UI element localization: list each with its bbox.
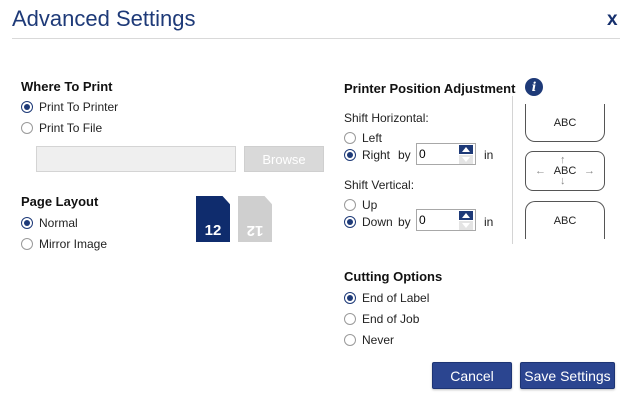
dialog-title: Advanced Settings bbox=[12, 6, 196, 31]
file-path-input[interactable] bbox=[36, 146, 236, 172]
page-layout-heading: Page Layout bbox=[21, 194, 99, 209]
where-to-print-heading: Where To Print bbox=[21, 79, 113, 94]
mirror-page-icon: 12 bbox=[238, 196, 272, 242]
radio-dot bbox=[344, 334, 356, 346]
radio-never[interactable]: Never bbox=[344, 333, 394, 347]
page-number: 12 bbox=[246, 222, 264, 239]
arrow-down-icon: ↓ bbox=[560, 175, 566, 187]
shift-vertical-by-label: by bbox=[398, 215, 411, 229]
radio-label: Print To File bbox=[39, 121, 103, 135]
close-icon[interactable]: x bbox=[607, 9, 618, 31]
radio-dot bbox=[21, 101, 33, 113]
shift-horizontal-stepper bbox=[416, 143, 476, 165]
increment-icon[interactable] bbox=[459, 211, 473, 220]
shift-vertical-unit: in bbox=[484, 215, 494, 229]
radio-label: Down bbox=[362, 215, 393, 229]
label-preview-middle: ↑ ↓ ← → ABC bbox=[525, 151, 605, 191]
radio-label: Left bbox=[362, 131, 383, 145]
radio-print-to-printer[interactable]: Print To Printer bbox=[21, 100, 118, 114]
radio-label: Normal bbox=[39, 216, 78, 230]
shift-horizontal-input[interactable] bbox=[419, 146, 457, 162]
printer-position-heading: Printer Position Adjustment bbox=[344, 81, 516, 96]
radio-label: End of Job bbox=[362, 312, 420, 326]
shift-vertical-label: Shift Vertical: bbox=[344, 178, 415, 192]
radio-dot bbox=[344, 199, 356, 211]
arrow-right-icon: → bbox=[584, 165, 595, 177]
radio-dot bbox=[21, 238, 33, 250]
normal-page-icon: 12 bbox=[196, 196, 230, 242]
decrement-icon[interactable] bbox=[459, 221, 473, 230]
radio-dot bbox=[344, 149, 356, 161]
radio-right[interactable]: Right bbox=[344, 148, 390, 162]
cutting-options-heading: Cutting Options bbox=[344, 269, 443, 284]
radio-left[interactable]: Left bbox=[344, 131, 382, 145]
radio-dot bbox=[21, 122, 33, 134]
shift-horizontal-label: Shift Horizontal: bbox=[344, 111, 429, 125]
shift-horizontal-by-label: by bbox=[398, 148, 411, 162]
radio-label: Print To Printer bbox=[39, 100, 119, 114]
radio-mirror-image[interactable]: Mirror Image bbox=[21, 237, 107, 251]
page-number: 12 bbox=[204, 222, 222, 239]
radio-label: Mirror Image bbox=[39, 237, 108, 251]
radio-up[interactable]: Up bbox=[344, 198, 377, 212]
radio-dot bbox=[344, 292, 356, 304]
label-preview-bottom: ABC bbox=[525, 201, 605, 239]
label-preview-top: ABC bbox=[525, 104, 605, 142]
position-divider bbox=[512, 96, 513, 244]
radio-label: Never bbox=[362, 333, 395, 347]
radio-down[interactable]: Down bbox=[344, 215, 393, 229]
radio-print-to-file[interactable]: Print To File bbox=[21, 121, 102, 135]
radio-label: Up bbox=[362, 198, 378, 212]
cancel-button[interactable]: Cancel bbox=[432, 362, 512, 389]
shift-vertical-stepper bbox=[416, 209, 476, 231]
shift-horizontal-unit: in bbox=[484, 148, 494, 162]
info-icon[interactable]: i bbox=[525, 78, 543, 96]
decrement-icon[interactable] bbox=[459, 155, 473, 164]
preview-text: ABC bbox=[553, 116, 577, 129]
radio-dot bbox=[344, 216, 356, 228]
preview-text: ABC bbox=[553, 214, 577, 227]
radio-dot bbox=[21, 217, 33, 229]
radio-dot bbox=[344, 132, 356, 144]
radio-label: Right bbox=[362, 148, 391, 162]
increment-icon[interactable] bbox=[459, 145, 473, 154]
radio-dot bbox=[344, 313, 356, 325]
radio-end-of-label[interactable]: End of Label bbox=[344, 291, 429, 305]
shift-vertical-input[interactable] bbox=[419, 212, 457, 228]
title-divider bbox=[12, 38, 620, 39]
radio-end-of-job[interactable]: End of Job bbox=[344, 312, 419, 326]
arrow-left-icon: ← bbox=[535, 165, 546, 177]
radio-label: End of Label bbox=[362, 291, 430, 305]
arrow-up-icon: ↑ bbox=[560, 154, 566, 166]
save-settings-button[interactable]: Save Settings bbox=[520, 362, 615, 389]
browse-button[interactable]: Browse bbox=[244, 146, 324, 172]
radio-normal[interactable]: Normal bbox=[21, 216, 78, 230]
